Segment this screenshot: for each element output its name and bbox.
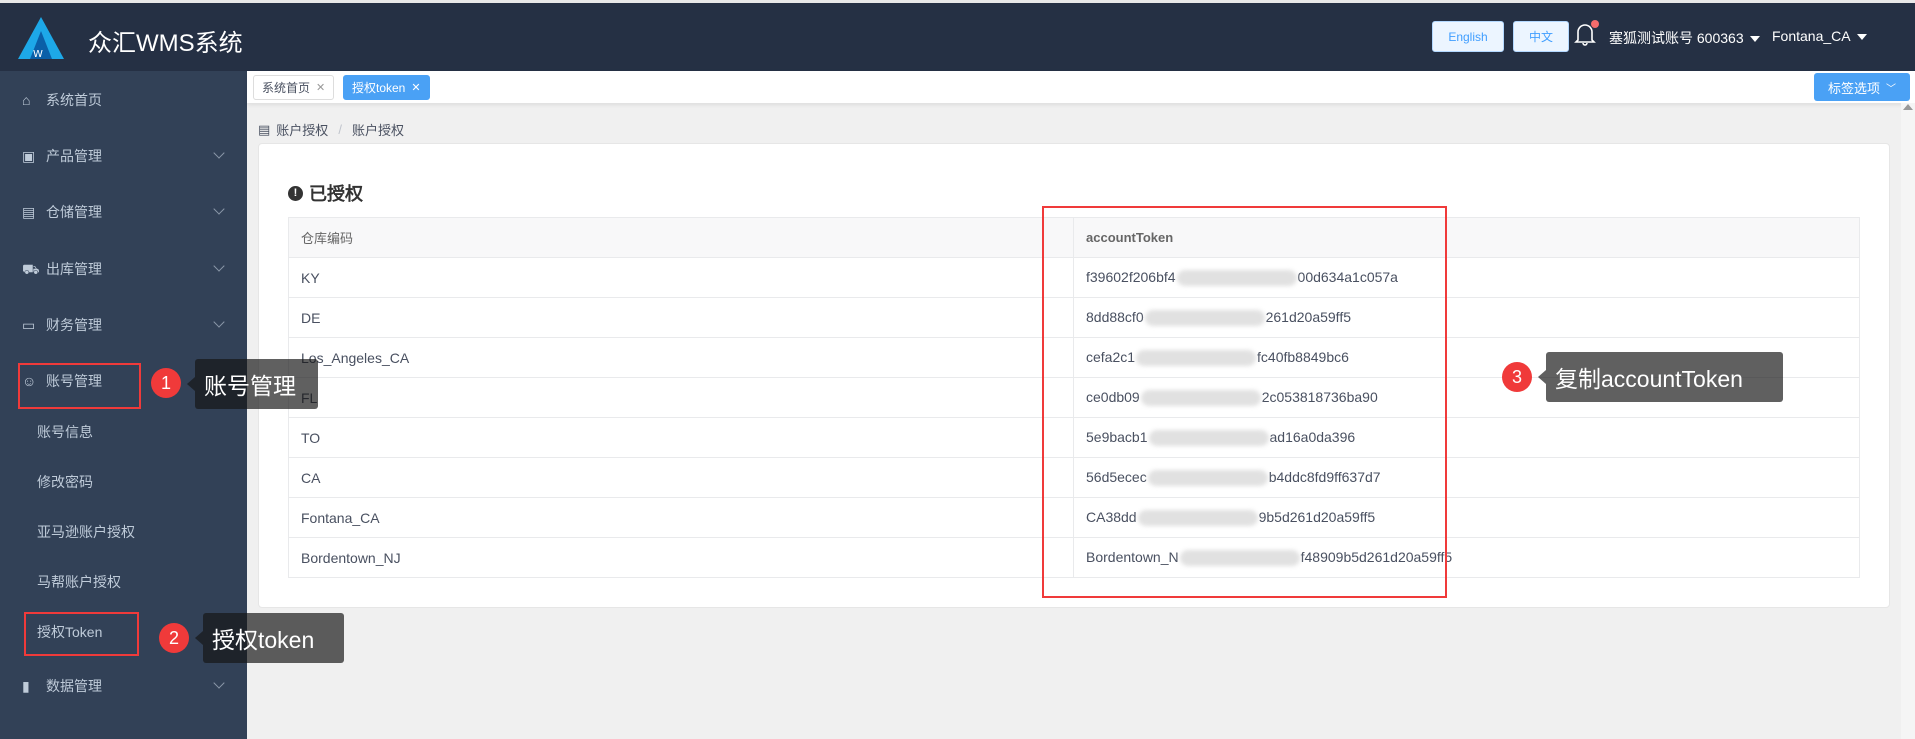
section-title: ! 已授权 (288, 180, 363, 206)
menu-label: 财务管理 (46, 317, 102, 333)
sidebar-subitem-account-info[interactable]: 账号信息 (0, 407, 247, 457)
step-badge: 3 (1502, 362, 1532, 392)
step-badge: 2 (159, 623, 189, 653)
english-button[interactable]: English (1432, 21, 1504, 52)
breadcrumb: ▤ 账户授权 / 账户授权 (258, 120, 404, 139)
tab-options-label: 标签选项 (1827, 80, 1880, 96)
bar-chart-icon: ▮ (22, 678, 30, 694)
menu-label: 系统首页 (46, 92, 102, 108)
menu-label: 马帮账户授权 (37, 574, 121, 590)
chevron-down-icon (213, 677, 225, 689)
menu-label: 仓储管理 (46, 204, 102, 220)
tab-label: 系统首页 (262, 81, 311, 95)
scrollbar[interactable] (1901, 103, 1915, 739)
chevron-down-icon (213, 260, 225, 272)
warehouse-code: FL (288, 377, 1074, 418)
sidebar-item-home[interactable]: ⌂ 系统首页 (0, 75, 247, 125)
title-text: 已授权 (309, 184, 363, 204)
sidebar-item-products[interactable]: ▣ 产品管理 (0, 131, 247, 181)
sidebar-subitem-mabang-auth[interactable]: 马帮账户授权 (0, 557, 247, 607)
menu-label: 数据管理 (46, 678, 102, 694)
warehouse-code: Fontana_CA (288, 497, 1074, 538)
breadcrumb-item: 账户授权 (351, 123, 404, 138)
close-icon[interactable]: ✕ (411, 81, 420, 94)
chevron-down-icon (213, 316, 225, 328)
document-icon: ▤ (258, 121, 271, 137)
menu-label: 产品管理 (46, 148, 102, 164)
building-icon: ▤ (22, 204, 36, 220)
account-label: 塞狐测试账号 600363 (1609, 30, 1744, 46)
sidebar-item-finance[interactable]: ▭ 财务管理 (0, 300, 247, 350)
sidebar-item-data[interactable]: ▮ 数据管理 (0, 661, 247, 711)
chinese-button[interactable]: 中文 (1513, 21, 1569, 52)
caret-down-icon (1749, 36, 1760, 43)
warehouse-code: TO (288, 417, 1074, 458)
annotation-tooltip: 授权token (195, 613, 344, 663)
chevron-down-icon (213, 203, 225, 215)
app-title: 众汇WMS系统 (88, 30, 243, 57)
chevron-down-icon: ﹀ (1886, 83, 1896, 95)
finance-icon: ▭ (22, 317, 36, 333)
sidebar-subitem-amazon-auth[interactable]: 亚马逊账户授权 (0, 507, 247, 557)
warehouse-code: CA (288, 457, 1074, 498)
logo-icon: W (18, 17, 64, 59)
sidebar-item-storage[interactable]: ▤ 仓储管理 (0, 187, 247, 237)
warehouse-code: Bordentown_NJ (288, 537, 1074, 578)
svg-text:W: W (33, 49, 43, 59)
breadcrumb-separator: / (338, 122, 342, 137)
warehouse-code: KY (288, 257, 1074, 298)
tab-auth-token[interactable]: 授权token ✕ (343, 75, 430, 100)
box-icon: ▣ (22, 148, 36, 164)
scroll-up-arrow-icon[interactable] (1903, 104, 1913, 110)
tab-bar: 系统首页 ✕ 授权token ✕ (247, 71, 1915, 103)
column-header-code: 仓库编码 (288, 217, 1074, 258)
home-icon: ⌂ (22, 92, 31, 108)
tab-options-button[interactable]: 标签选项 ﹀ (1814, 73, 1910, 101)
step-badge: 1 (151, 368, 181, 398)
annotation-tooltip: 账号管理 (187, 359, 318, 409)
account-dropdown[interactable]: 塞狐测试账号 600363 (1609, 28, 1760, 48)
exclamation-icon: ! (288, 185, 303, 201)
tab-label: 授权token (352, 81, 406, 95)
tab-home[interactable]: 系统首页 ✕ (253, 75, 335, 100)
chevron-down-icon (213, 147, 225, 159)
menu-label: 账号信息 (37, 424, 93, 440)
sidebar-item-outbound[interactable]: ⛟ 出库管理 (0, 244, 247, 294)
highlight-box (1042, 206, 1447, 598)
menu-label: 出库管理 (46, 261, 102, 277)
warehouse-label: Fontana_CA (1772, 28, 1851, 44)
breadcrumb-item: 账户授权 (276, 123, 329, 138)
notification-dot (1591, 20, 1599, 28)
truck-icon: ⛟ (22, 261, 40, 277)
menu-label: 亚马逊账户授权 (37, 524, 135, 540)
caret-down-icon (1856, 34, 1867, 41)
warehouse-dropdown[interactable]: Fontana_CA (1772, 28, 1867, 44)
menu-label: 修改密码 (37, 474, 93, 490)
warehouse-code: DE (288, 297, 1074, 338)
annotation-tooltip: 复制accountToken (1538, 352, 1783, 402)
warehouse-code: Los_Angeles_CA (288, 337, 1074, 378)
sidebar-subitem-change-password[interactable]: 修改密码 (0, 457, 247, 507)
highlight-box (18, 363, 141, 409)
highlight-box (24, 612, 139, 656)
close-icon[interactable]: ✕ (316, 81, 325, 94)
